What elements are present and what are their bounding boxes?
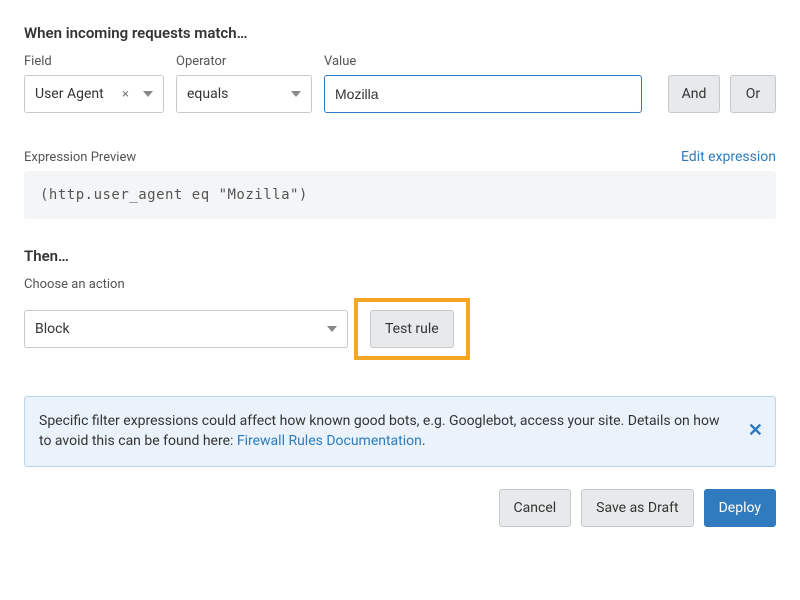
operator-select[interactable]: equals (176, 75, 312, 113)
chevron-down-icon (327, 326, 337, 332)
action-select[interactable]: Block (24, 310, 348, 348)
firewall-docs-link[interactable]: Firewall Rules Documentation (237, 433, 422, 449)
condition-row: Field User Agent × Operator equals Value (24, 54, 776, 113)
expression-preview-label: Expression Preview (24, 150, 136, 165)
cancel-button[interactable]: Cancel (499, 489, 572, 527)
then-section-title: Then… (24, 247, 776, 265)
match-section-title: When incoming requests match… (24, 24, 776, 42)
operator-label: Operator (176, 54, 312, 69)
close-icon[interactable]: ✕ (748, 418, 763, 444)
test-rule-highlight: Test rule (354, 298, 470, 360)
alert-period: . (422, 433, 426, 449)
choose-action-label: Choose an action (24, 277, 776, 292)
footer-actions: Cancel Save as Draft Deploy (24, 489, 776, 527)
operator-select-value: equals (187, 86, 228, 102)
field-clear-icon[interactable]: × (122, 87, 129, 102)
chevron-down-icon (291, 91, 301, 97)
field-select[interactable]: User Agent × (24, 75, 164, 113)
value-label: Value (324, 54, 642, 69)
value-input[interactable] (335, 86, 631, 102)
save-draft-button[interactable]: Save as Draft (581, 489, 693, 527)
field-select-value: User Agent (35, 86, 104, 102)
and-button[interactable]: And (668, 75, 720, 113)
value-input-wrapper[interactable] (324, 75, 642, 113)
chevron-down-icon (143, 91, 153, 97)
or-button[interactable]: Or (730, 75, 776, 113)
field-label: Field (24, 54, 164, 69)
expression-preview-code: (http.user_agent eq "Mozilla") (24, 171, 776, 219)
action-select-value: Block (35, 321, 70, 337)
deploy-button[interactable]: Deploy (704, 489, 776, 527)
edit-expression-link[interactable]: Edit expression (681, 149, 776, 165)
test-rule-button[interactable]: Test rule (370, 310, 454, 348)
info-alert: Specific filter expressions could affect… (24, 396, 776, 467)
